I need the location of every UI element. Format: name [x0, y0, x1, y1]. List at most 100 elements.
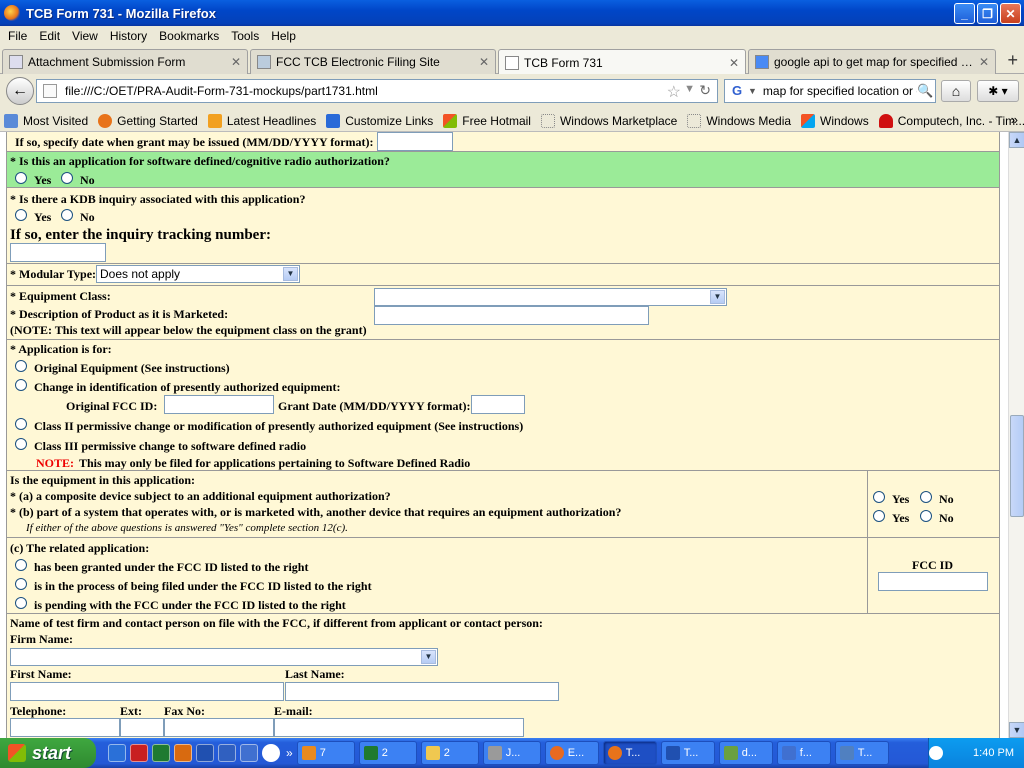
- search-box[interactable]: G ▼ map for specified location or cit 🔍: [724, 79, 936, 103]
- related-filing-radio[interactable]: [15, 578, 27, 590]
- fax-input[interactable]: [164, 718, 274, 737]
- menu-tools[interactable]: Tools: [225, 29, 265, 43]
- kdb-tracking-input[interactable]: [10, 243, 106, 262]
- back-button[interactable]: ←: [6, 77, 34, 105]
- clock[interactable]: 1:40 PM: [973, 747, 1014, 759]
- original-equipment-radio[interactable]: [15, 360, 27, 372]
- close-tab-icon[interactable]: ✕: [231, 55, 241, 69]
- tab-tcb-form-731[interactable]: TCB Form 731 ✕: [498, 49, 746, 75]
- related-pending-label: is pending with the FCC under the FCC ID…: [34, 598, 346, 612]
- change-id-radio[interactable]: [15, 379, 27, 391]
- last-name-input[interactable]: [285, 682, 559, 701]
- taskbar-item-f[interactable]: f...: [776, 741, 831, 765]
- original-fcc-id-input[interactable]: [164, 395, 274, 414]
- tab-attachment-submission[interactable]: Attachment Submission Form ✕: [2, 49, 248, 74]
- taskbar-item-java[interactable]: J...: [482, 741, 541, 765]
- start-button[interactable]: start: [0, 738, 96, 768]
- bookmark-windows-marketplace[interactable]: Windows Marketplace: [540, 113, 677, 128]
- excel-icon[interactable]: [152, 744, 170, 762]
- kdb-yes-radio[interactable]: [15, 209, 27, 221]
- composite-no-radio[interactable]: [920, 491, 932, 503]
- application-for-label: * Application is for:: [10, 342, 112, 356]
- restore-button[interactable]: ❐: [977, 3, 998, 24]
- scroll-up-icon[interactable]: ▲: [1009, 132, 1024, 148]
- more-quicklaunch-icon[interactable]: »: [286, 746, 293, 760]
- bookmark-getting-started[interactable]: Getting Started: [98, 113, 198, 128]
- search-engine-dropdown-icon[interactable]: ▼: [748, 86, 757, 96]
- google-icon[interactable]: G: [729, 83, 745, 99]
- original-grant-date-input[interactable]: [471, 395, 525, 414]
- bookmark-most-visited[interactable]: Most Visited: [4, 113, 88, 128]
- close-window-button[interactable]: ✕: [1000, 3, 1021, 24]
- acrobat-icon[interactable]: [130, 744, 148, 762]
- tab-fcc-tcb-filing[interactable]: FCC TCB Electronic Filing Site ✕: [250, 49, 496, 74]
- sdr-yes-radio[interactable]: [15, 172, 27, 184]
- related-fcc-id-input[interactable]: [878, 572, 988, 591]
- tray-app-icon[interactable]: [929, 746, 944, 760]
- related-granted-radio[interactable]: [15, 559, 27, 571]
- firm-name-select[interactable]: ▼: [10, 648, 438, 666]
- bookmark-label: Computech, Inc. - Tim...: [897, 113, 1024, 128]
- taskbar-item-clock[interactable]: 7: [296, 741, 355, 765]
- class-ii-radio[interactable]: [15, 418, 27, 430]
- media-player-icon[interactable]: [262, 744, 280, 762]
- bookmark-customize-links[interactable]: Customize Links: [326, 113, 433, 128]
- taskbar-item-t[interactable]: T...: [834, 741, 889, 765]
- bookmark-latest-headlines[interactable]: Latest Headlines: [207, 113, 317, 128]
- app-icon[interactable]: [240, 744, 258, 762]
- taskbar-item-d[interactable]: d...: [718, 741, 773, 765]
- telephone-input[interactable]: [10, 718, 120, 737]
- menu-help[interactable]: Help: [265, 29, 302, 43]
- taskbar-item-excel[interactable]: 2: [358, 741, 417, 765]
- scroll-down-icon[interactable]: ▼: [1009, 722, 1024, 738]
- scrollbar-thumb[interactable]: [1010, 415, 1024, 517]
- bookmark-star-icon[interactable]: ☆: [667, 82, 681, 102]
- taskbar-item-word[interactable]: T...: [660, 741, 715, 765]
- wordpad-icon[interactable]: [218, 744, 236, 762]
- menu-view[interactable]: View: [66, 29, 104, 43]
- url-dropdown-icon[interactable]: ▼: [684, 83, 695, 95]
- menu-bookmarks[interactable]: Bookmarks: [153, 29, 225, 43]
- bookmark-windows-media[interactable]: Windows Media: [687, 113, 791, 128]
- taskbar-item-folders[interactable]: 2: [420, 741, 479, 765]
- minimize-button[interactable]: _: [954, 3, 975, 24]
- ie-icon[interactable]: [108, 744, 126, 762]
- more-bookmarks-icon[interactable]: »: [1011, 112, 1018, 127]
- composite-yes-radio[interactable]: [873, 491, 885, 503]
- system-yes-radio[interactable]: [873, 510, 885, 522]
- description-input[interactable]: [374, 306, 649, 325]
- close-tab-icon[interactable]: ✕: [729, 56, 739, 70]
- sdr-no-radio[interactable]: [61, 172, 73, 184]
- first-name-input[interactable]: [10, 682, 284, 701]
- outlook-icon[interactable]: [174, 744, 192, 762]
- grant-date-input[interactable]: [377, 132, 453, 151]
- taskbar-item-e[interactable]: E...: [544, 741, 599, 765]
- close-tab-icon[interactable]: ✕: [979, 55, 989, 69]
- home-button[interactable]: ⌂: [941, 80, 971, 102]
- search-icon[interactable]: 🔍: [917, 83, 935, 99]
- bookmark-windows[interactable]: Windows: [801, 113, 869, 128]
- bookmark-computech[interactable]: Computech, Inc. - Tim...: [878, 113, 1024, 128]
- modular-type-select[interactable]: Does not apply ▼: [96, 265, 300, 283]
- menu-file[interactable]: File: [2, 29, 33, 43]
- word-icon[interactable]: [196, 744, 214, 762]
- taskbar-item-firefox[interactable]: T...: [602, 741, 657, 765]
- menu-edit[interactable]: Edit: [33, 29, 66, 43]
- menu-history[interactable]: History: [104, 29, 153, 43]
- kdb-no-radio[interactable]: [61, 209, 73, 221]
- bookmark-label: Latest Headlines: [226, 113, 317, 128]
- reload-icon[interactable]: ↻: [699, 82, 711, 99]
- ext-input[interactable]: [120, 718, 164, 737]
- new-tab-button[interactable]: +: [1007, 50, 1018, 71]
- email-input[interactable]: [274, 718, 524, 737]
- tab-google-api[interactable]: google api to get map for specified loca…: [748, 49, 996, 74]
- vertical-scrollbar[interactable]: ▲ ▼: [1008, 132, 1024, 738]
- related-pending-radio[interactable]: [15, 597, 27, 609]
- equipment-class-select[interactable]: ▼: [374, 288, 727, 306]
- addon-button[interactable]: ✱ ▾: [977, 80, 1019, 102]
- class-iii-radio[interactable]: [15, 438, 27, 450]
- system-no-radio[interactable]: [920, 510, 932, 522]
- url-bar[interactable]: file:///C:/OET/PRA-Audit-Form-731-mockup…: [36, 79, 718, 103]
- bookmark-free-hotmail[interactable]: Free Hotmail: [443, 113, 531, 128]
- close-tab-icon[interactable]: ✕: [479, 55, 489, 69]
